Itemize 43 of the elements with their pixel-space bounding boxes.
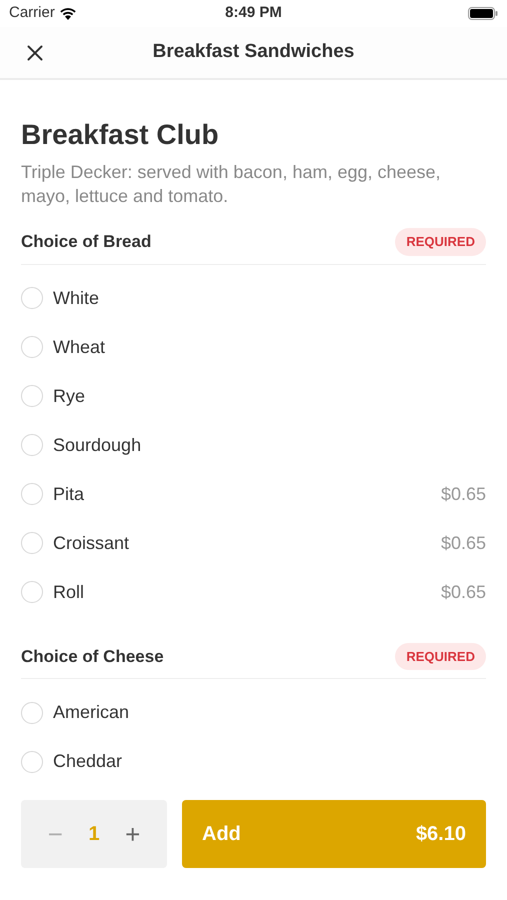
option-price: $0.65 [440, 580, 486, 604]
carrier-label: Carrier [9, 3, 55, 24]
radio-button[interactable] [21, 434, 43, 456]
option-label: White [53, 286, 100, 310]
radio-button[interactable] [21, 287, 43, 309]
battery-icon [468, 7, 498, 20]
option-row[interactable]: Croissant $0.65 [21, 518, 486, 568]
option-label: Pita [53, 482, 86, 506]
wifi-icon [58, 7, 77, 20]
option-row[interactable]: Sourdough [21, 420, 486, 470]
increase-button[interactable]: + [125, 814, 140, 854]
option-price: $0.65 [440, 532, 486, 554]
option-label: Roll [53, 580, 86, 604]
option-label: Wheat [53, 336, 106, 358]
required-badge: REQUIRED [395, 228, 486, 256]
option-row[interactable]: Rye [21, 372, 486, 420]
option-label: Cheddar [53, 750, 124, 773]
item-title: Breakfast Club [21, 118, 220, 152]
item-description: Triple Decker: served with bacon, ham, egg, cheese, mayo, lettuce and tomato. [21, 161, 442, 208]
radio-button[interactable] [21, 702, 43, 724]
nav-title: Breakfast Sandwiches [152, 40, 354, 64]
option-label: Sourdough [53, 434, 142, 457]
section-title: Choice of Bread [21, 231, 152, 253]
radio-button[interactable] [21, 336, 43, 358]
quantity-value: 1 [88, 822, 100, 847]
option-row[interactable]: Pita $0.65 [21, 470, 486, 518]
radio-button[interactable] [21, 385, 43, 407]
option-row[interactable]: White [21, 274, 486, 322]
required-badge: REQUIRED [395, 642, 486, 670]
option-label: Croissant [53, 532, 130, 554]
option-row[interactable]: Wheat [21, 322, 486, 372]
option-label: American [53, 701, 130, 724]
radio-button[interactable] [21, 532, 43, 554]
option-row[interactable]: Cheddar [21, 737, 486, 786]
section-title: Choice of Cheese [21, 646, 164, 668]
option-price: $0.65 [440, 482, 486, 506]
option-row[interactable]: American [21, 688, 486, 737]
status-time: 8:49 PM [225, 3, 282, 24]
radio-button[interactable] [21, 750, 43, 772]
radio-button[interactable] [21, 581, 43, 603]
option-row[interactable]: Roll $0.65 [21, 568, 486, 616]
radio-button[interactable] [21, 483, 43, 505]
option-label: Rye [53, 384, 86, 408]
